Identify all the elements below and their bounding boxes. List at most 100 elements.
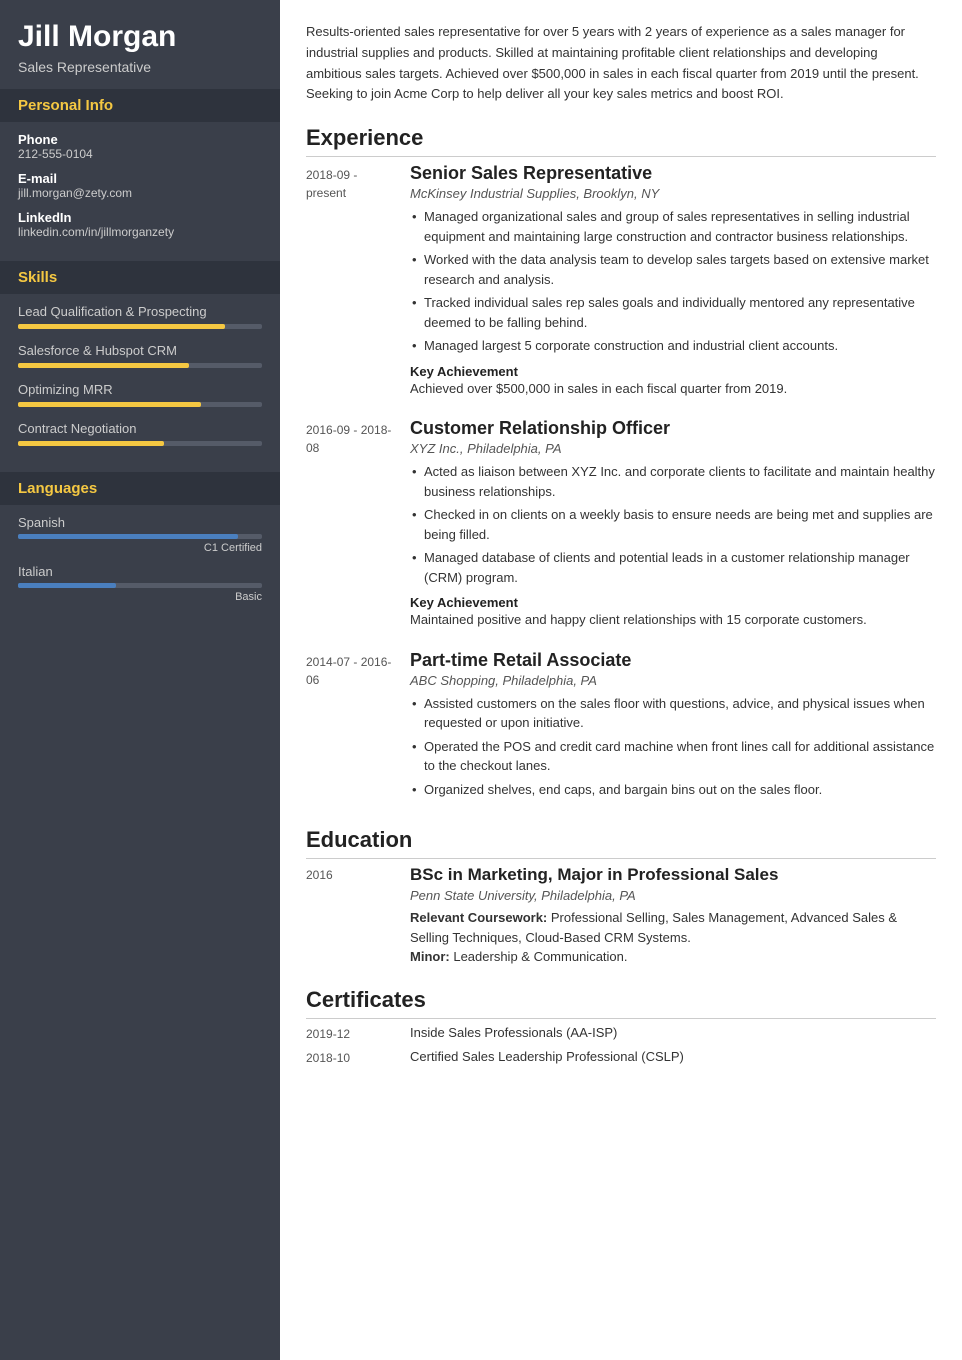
cert-name: Inside Sales Professionals (AA-ISP) bbox=[410, 1025, 617, 1041]
name-block: Jill Morgan Sales Representative bbox=[0, 0, 280, 89]
cert-date: 2019-12 bbox=[306, 1025, 394, 1041]
coursework-label: Relevant Coursework: bbox=[410, 910, 547, 925]
key-achievement-label: Key Achievement bbox=[410, 595, 518, 610]
languages-content: Spanish C1 Certified Italian Basic bbox=[0, 515, 280, 625]
edu-details: BSc in Marketing, Major in Professional … bbox=[410, 865, 936, 967]
minor-text: Leadership & Communication. bbox=[453, 949, 627, 964]
skill-bar-bg bbox=[18, 441, 262, 446]
skills-section: Skills Lead Qualification & Prospecting … bbox=[0, 261, 280, 472]
experience-entry: 2016-09 - 2018-08 Customer Relationship … bbox=[306, 418, 936, 630]
bullet-item: Managed database of clients and potentia… bbox=[410, 548, 936, 587]
skill-item: Lead Qualification & Prospecting bbox=[18, 304, 262, 329]
minor-label: Minor: bbox=[410, 949, 450, 964]
skill-name: Optimizing MRR bbox=[18, 382, 262, 397]
languages-section: Languages Spanish C1 Certified Italian B… bbox=[0, 472, 280, 625]
job-title: Senior Sales Representative bbox=[410, 163, 936, 184]
bullet-item: Organized shelves, end caps, and bargain… bbox=[410, 780, 936, 800]
certificate-entry: 2018-10 Certified Sales Leadership Profe… bbox=[306, 1049, 936, 1065]
skills-header: Skills bbox=[0, 261, 280, 294]
email-value: jill.morgan@zety.com bbox=[18, 186, 262, 200]
language-bar-bg bbox=[18, 534, 262, 539]
experience-entries: 2018-09 - present Senior Sales Represent… bbox=[306, 163, 936, 807]
linkedin-label: LinkedIn bbox=[18, 210, 262, 225]
skill-name: Lead Qualification & Prospecting bbox=[18, 304, 262, 319]
skill-bar-bg bbox=[18, 402, 262, 407]
certificates-entries: 2019-12 Inside Sales Professionals (AA-I… bbox=[306, 1025, 936, 1065]
edu-date: 2016 bbox=[306, 865, 394, 967]
skill-bar-fill bbox=[18, 363, 189, 368]
skill-bar-fill bbox=[18, 324, 225, 329]
exp-details: Customer Relationship Officer XYZ Inc., … bbox=[410, 418, 936, 630]
key-achievement: Key Achievement Maintained positive and … bbox=[410, 595, 936, 630]
key-achievement-label: Key Achievement bbox=[410, 364, 518, 379]
exp-date: 2016-09 - 2018-08 bbox=[306, 418, 394, 630]
personal-info-header: Personal Info bbox=[0, 89, 280, 122]
skill-item: Salesforce & Hubspot CRM bbox=[18, 343, 262, 368]
cert-date: 2018-10 bbox=[306, 1049, 394, 1065]
bullet-item: Tracked individual sales rep sales goals… bbox=[410, 293, 936, 332]
exp-date: 2018-09 - present bbox=[306, 163, 394, 398]
company: ABC Shopping, Philadelphia, PA bbox=[410, 673, 936, 688]
cert-name: Certified Sales Leadership Professional … bbox=[410, 1049, 684, 1065]
language-bar-fill bbox=[18, 534, 238, 539]
job-title: Customer Relationship Officer bbox=[410, 418, 936, 439]
exp-bullets: Managed organizational sales and group o… bbox=[410, 207, 936, 356]
main-content: Results-oriented sales representative fo… bbox=[280, 0, 962, 1360]
skill-bar-bg bbox=[18, 363, 262, 368]
education-entries: 2016 BSc in Marketing, Major in Professi… bbox=[306, 865, 936, 967]
bullet-item: Operated the POS and credit card machine… bbox=[410, 737, 936, 776]
skills-content: Lead Qualification & Prospecting Salesfo… bbox=[0, 304, 280, 472]
personal-info-content: Phone 212-555-0104 E-mail jill.morgan@ze… bbox=[0, 132, 280, 261]
exp-bullets: Assisted customers on the sales floor wi… bbox=[410, 694, 936, 800]
certificates-title: Certificates bbox=[306, 987, 936, 1019]
bullet-item: Assisted customers on the sales floor wi… bbox=[410, 694, 936, 733]
personal-info-section: Personal Info Phone 212-555-0104 E-mail … bbox=[0, 89, 280, 261]
skill-name: Contract Negotiation bbox=[18, 421, 262, 436]
phone-label: Phone bbox=[18, 132, 262, 147]
key-achievement-text: Achieved over $500,000 in sales in each … bbox=[410, 381, 787, 396]
email-item: E-mail jill.morgan@zety.com bbox=[18, 171, 262, 200]
skill-item: Optimizing MRR bbox=[18, 382, 262, 407]
language-item: Italian Basic bbox=[18, 564, 262, 603]
key-achievement: Key Achievement Achieved over $500,000 i… bbox=[410, 364, 936, 399]
candidate-title: Sales Representative bbox=[18, 59, 262, 75]
company: XYZ Inc., Philadelphia, PA bbox=[410, 441, 936, 456]
language-bar-fill bbox=[18, 583, 116, 588]
summary: Results-oriented sales representative fo… bbox=[306, 22, 936, 105]
education-section: Education 2016 BSc in Marketing, Major i… bbox=[306, 827, 936, 967]
language-level: C1 Certified bbox=[18, 542, 262, 554]
sidebar: Jill Morgan Sales Representative Persona… bbox=[0, 0, 280, 1360]
skill-name: Salesforce & Hubspot CRM bbox=[18, 343, 262, 358]
edu-school: Penn State University, Philadelphia, PA bbox=[410, 888, 936, 903]
bullet-item: Checked in on clients on a weekly basis … bbox=[410, 505, 936, 544]
job-title: Part-time Retail Associate bbox=[410, 650, 936, 671]
language-item: Spanish C1 Certified bbox=[18, 515, 262, 554]
company: McKinsey Industrial Supplies, Brooklyn, … bbox=[410, 186, 936, 201]
key-achievement-text: Maintained positive and happy client rel… bbox=[410, 612, 867, 627]
experience-entry: 2014-07 - 2016-06 Part-time Retail Assoc… bbox=[306, 650, 936, 808]
language-bar-bg bbox=[18, 583, 262, 588]
phone-value: 212-555-0104 bbox=[18, 147, 262, 161]
language-name: Spanish bbox=[18, 515, 262, 530]
skill-bar-bg bbox=[18, 324, 262, 329]
certificates-section: Certificates 2019-12 Inside Sales Profes… bbox=[306, 987, 936, 1065]
experience-title: Experience bbox=[306, 125, 936, 157]
exp-date: 2014-07 - 2016-06 bbox=[306, 650, 394, 808]
linkedin-item: LinkedIn linkedin.com/in/jillmorganzety bbox=[18, 210, 262, 239]
candidate-name: Jill Morgan bbox=[18, 20, 262, 55]
edu-coursework: Relevant Coursework: Professional Sellin… bbox=[410, 908, 936, 967]
experience-entry: 2018-09 - present Senior Sales Represent… bbox=[306, 163, 936, 398]
linkedin-value: linkedin.com/in/jillmorganzety bbox=[18, 225, 262, 239]
education-entry: 2016 BSc in Marketing, Major in Professi… bbox=[306, 865, 936, 967]
phone-item: Phone 212-555-0104 bbox=[18, 132, 262, 161]
skill-item: Contract Negotiation bbox=[18, 421, 262, 446]
certificate-entry: 2019-12 Inside Sales Professionals (AA-I… bbox=[306, 1025, 936, 1041]
bullet-item: Acted as liaison between XYZ Inc. and co… bbox=[410, 462, 936, 501]
bullet-item: Managed largest 5 corporate construction… bbox=[410, 336, 936, 356]
exp-details: Part-time Retail Associate ABC Shopping,… bbox=[410, 650, 936, 808]
skill-bar-fill bbox=[18, 441, 164, 446]
exp-bullets: Acted as liaison between XYZ Inc. and co… bbox=[410, 462, 936, 587]
language-name: Italian bbox=[18, 564, 262, 579]
experience-section: Experience 2018-09 - present Senior Sale… bbox=[306, 125, 936, 807]
language-level: Basic bbox=[18, 591, 262, 603]
